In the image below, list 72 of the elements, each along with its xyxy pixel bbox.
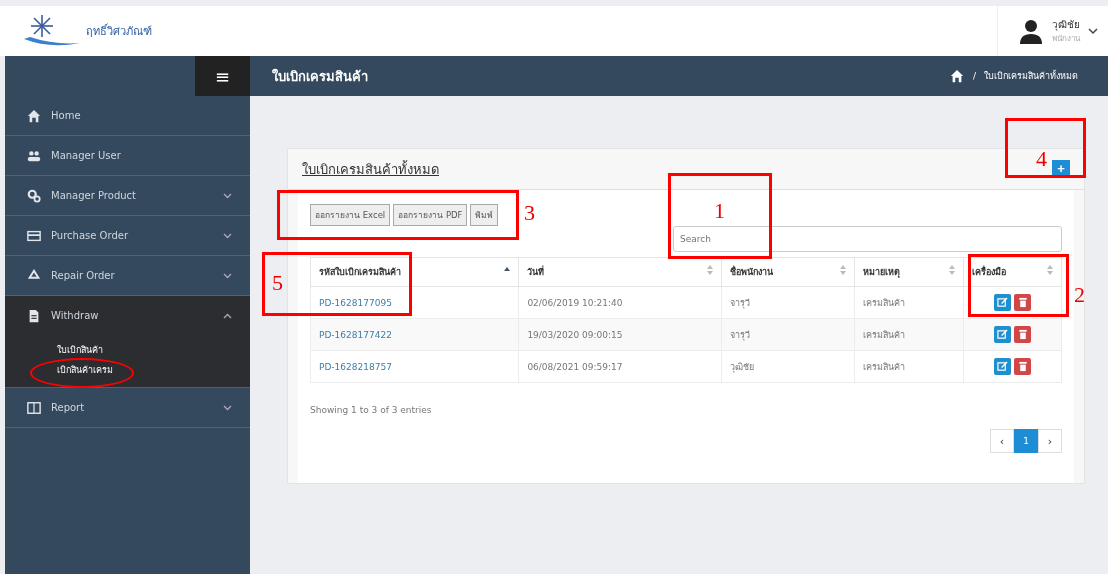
table-cell: วุฒิชัย (721, 350, 855, 383)
table-cell: 19/03/2020 09:00:15 (518, 318, 722, 351)
withdraw-id-link[interactable]: PD-1628218757 (319, 361, 392, 372)
column-header[interactable]: เครื่องมือ (963, 257, 1062, 287)
column-header[interactable]: รหัสใบเบิกเครมสินค้า (310, 257, 519, 287)
trash-icon (1017, 329, 1028, 340)
edit-icon (997, 361, 1009, 372)
column-header[interactable]: หมายเหตุ (854, 257, 964, 287)
table-cell: 02/06/2019 10:21:40 (518, 286, 722, 319)
search-field[interactable]: Search (673, 226, 1062, 252)
delete-button[interactable] (1014, 326, 1032, 343)
table-cell: จารุวี (721, 318, 855, 351)
table-cell: เครมสินค้า (854, 350, 964, 383)
edit-button[interactable] (994, 294, 1012, 311)
chevron-down-icon (223, 272, 232, 279)
chevron-up-icon (223, 312, 232, 319)
page-title: ใบเบิกเครมสินค้า (272, 67, 368, 86)
chevron-down-icon[interactable] (1088, 27, 1098, 35)
entries-info: Showing 1 to 3 of 3 entries (310, 405, 433, 415)
chevron-down-icon (223, 232, 232, 239)
sidebar-item[interactable]: Manager Product (5, 176, 250, 216)
table-cell: เครมสินค้า (854, 318, 964, 351)
export-button[interactable]: ออกรายงาน Excel (310, 204, 391, 226)
annotation-number: 1 (714, 198, 725, 224)
home-icon (27, 108, 41, 123)
gears-icon (27, 188, 41, 203)
sidebar-item[interactable]: Home (5, 96, 250, 136)
chevron-down-icon (223, 192, 232, 199)
withdraw-id-link[interactable]: PD-1628177095 (319, 297, 392, 308)
user-name: วุฒิชัย (1052, 18, 1080, 32)
export-button[interactable]: พิมพ์ (470, 204, 499, 226)
table-cell: เครมสินค้า (854, 286, 964, 319)
column-header[interactable]: วันที่ (518, 257, 722, 287)
card-title: ใบเบิกเครมสินค้าทั้งหมด (302, 159, 439, 179)
submenu-item[interactable]: เบิกสินค้าเครม (57, 363, 113, 377)
annotation-number: 2 (1074, 282, 1085, 308)
next-page-button[interactable]: › (1038, 429, 1062, 453)
trash-icon (1017, 297, 1028, 308)
delete-button[interactable] (1014, 294, 1032, 311)
chevron-down-icon (223, 404, 232, 411)
home-icon[interactable] (948, 69, 965, 83)
sidebar-item[interactable]: Manager User (5, 136, 250, 176)
submenu-item[interactable]: ใบเบิกสินค้า (57, 343, 103, 357)
withdraw-id-link[interactable]: PD-1628177422 (319, 329, 392, 340)
card-icon (27, 228, 41, 243)
table-cell: 06/08/2021 09:59:17 (518, 350, 722, 383)
edit-button[interactable] (994, 326, 1012, 343)
menu-toggle-button[interactable]: ≡ (195, 56, 250, 96)
export-button[interactable]: ออกรายงาน PDF (393, 204, 468, 226)
previous-page-button[interactable]: ‹ (990, 429, 1014, 453)
annotation-number: 3 (524, 200, 535, 226)
user-role: พนักงาน (1052, 33, 1080, 45)
delete-button[interactable] (1014, 358, 1032, 375)
breadcrumb-item[interactable]: ใบเบิกเครมสินค้าทั้งหมด (984, 69, 1078, 83)
sidebar-item[interactable]: Report (5, 388, 250, 428)
breadcrumb-separator: / (972, 71, 976, 81)
users-icon (27, 148, 41, 163)
edit-icon (997, 329, 1009, 340)
column-header[interactable]: ชื่อพนักงาน (721, 257, 855, 287)
columns-icon (27, 400, 41, 415)
edit-button[interactable] (994, 358, 1012, 375)
brand-name: ฤทธิ์วิศวภัณฑ์ (86, 22, 152, 40)
page-button[interactable]: 1 (1014, 429, 1038, 453)
edit-icon (997, 297, 1009, 308)
trash-icon (1017, 361, 1028, 372)
table-cell: จารุวี (721, 286, 855, 319)
avatar-icon (1018, 18, 1044, 44)
file-icon (27, 308, 41, 323)
sidebar-item[interactable]: Purchase Order (5, 216, 250, 256)
annotation-number: 5 (272, 270, 283, 296)
sidebar-item[interactable]: Withdraw (5, 296, 250, 335)
annotation-number: 4 (1036, 146, 1047, 172)
